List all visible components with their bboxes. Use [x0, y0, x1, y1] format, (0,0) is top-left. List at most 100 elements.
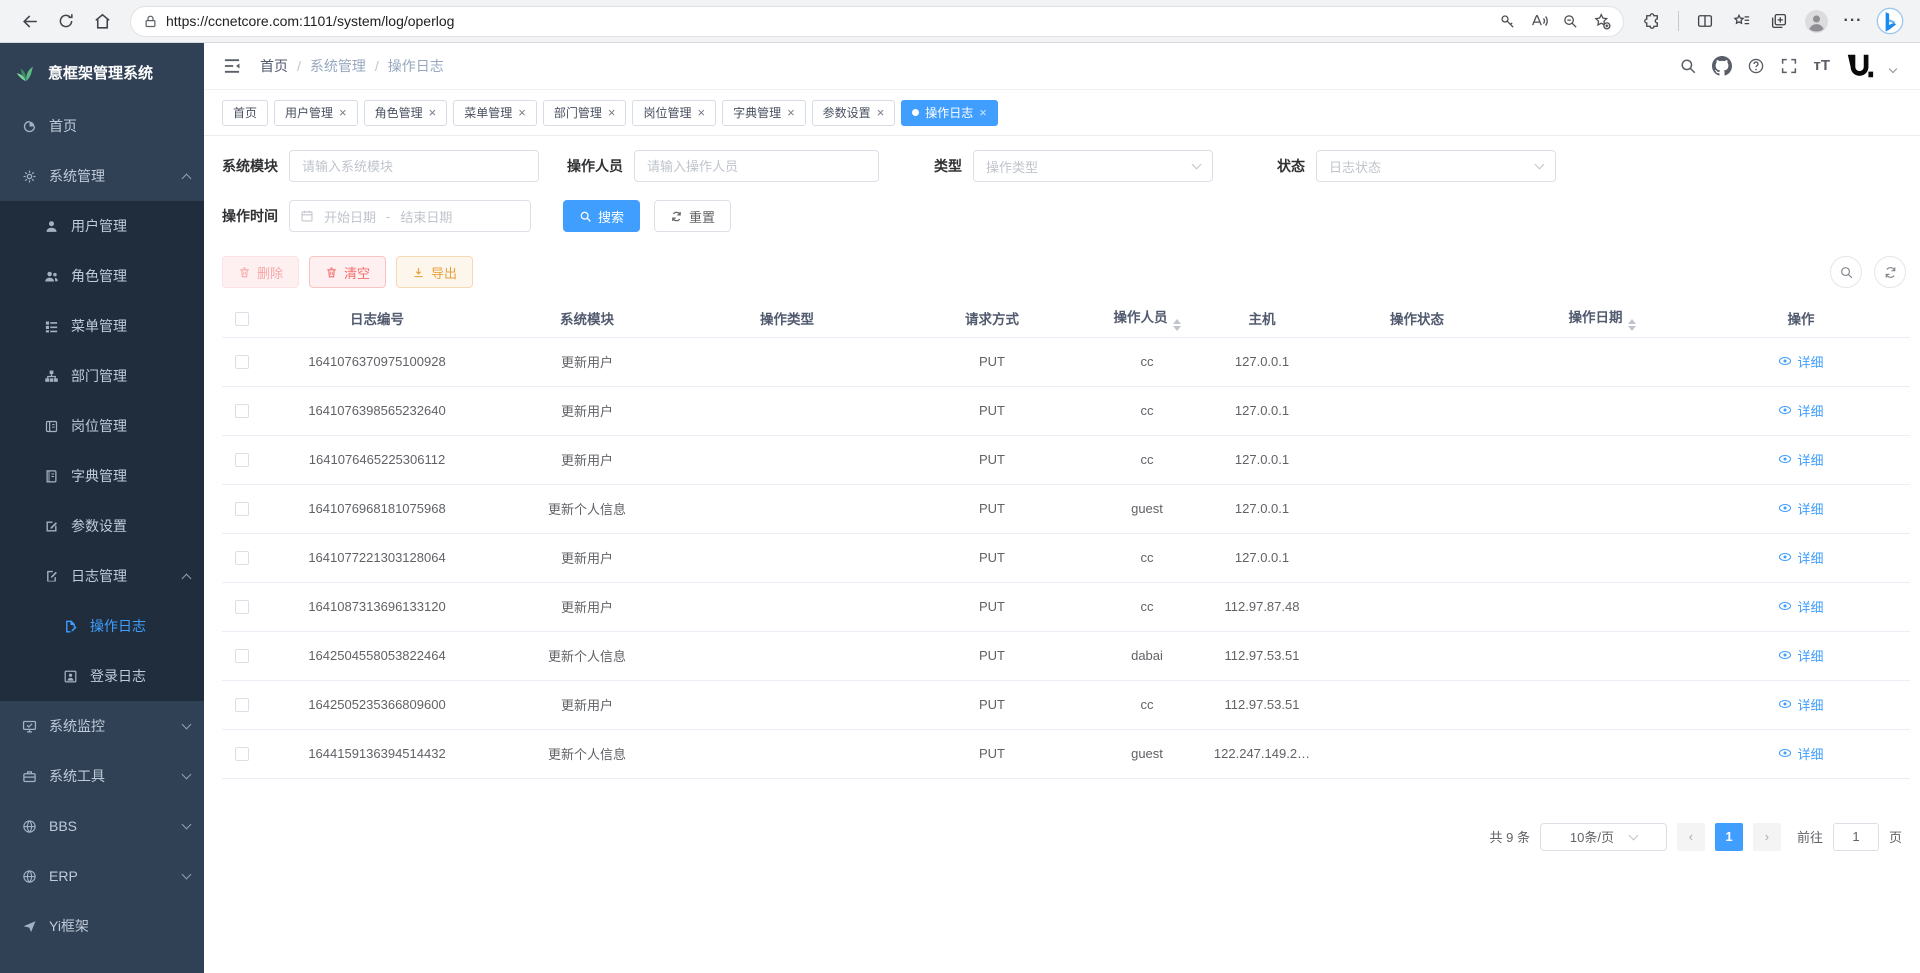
close-icon[interactable]: ×	[979, 106, 987, 119]
row-checkbox[interactable]	[235, 551, 249, 565]
tab[interactable]: 操作日志×	[901, 100, 998, 126]
close-icon[interactable]: ×	[339, 106, 347, 119]
close-icon[interactable]: ×	[518, 106, 526, 119]
tab[interactable]: 字典管理×	[722, 100, 806, 126]
cell-op_date	[1512, 729, 1692, 778]
sidebar-collapse-icon[interactable]	[222, 56, 242, 76]
search-icon[interactable]	[1679, 57, 1697, 75]
prev-page-button[interactable]	[1677, 823, 1705, 851]
chevron-down-icon[interactable]	[1889, 65, 1897, 73]
row-checkbox[interactable]	[235, 698, 249, 712]
detail-link[interactable]: 详细	[1778, 450, 1823, 469]
sidebar-item[interactable]: Yi框架	[0, 901, 204, 951]
row-checkbox[interactable]	[235, 747, 249, 761]
status-select[interactable]: 日志状态	[1316, 150, 1556, 182]
sidebar-item[interactable]: 部门管理	[0, 351, 204, 401]
sidebar-item[interactable]: ERP	[0, 851, 204, 901]
read-aloud-icon[interactable]	[1530, 12, 1548, 30]
next-page-button[interactable]	[1753, 823, 1781, 851]
sidebar-item[interactable]: 菜单管理	[0, 301, 204, 351]
goto-page-input[interactable]	[1833, 823, 1879, 851]
tab[interactable]: 部门管理×	[543, 100, 627, 126]
user-logo[interactable]	[1845, 51, 1875, 81]
sidebar-item[interactable]: 系统工具	[0, 751, 204, 801]
page-size-select[interactable]: 10条/页	[1540, 823, 1667, 851]
sidebar-item[interactable]: 参数设置	[0, 501, 204, 551]
sidebar-item[interactable]: BBS	[0, 801, 204, 851]
detail-link[interactable]: 详细	[1778, 646, 1823, 665]
type-select[interactable]: 操作类型	[973, 150, 1213, 182]
sidebar-item[interactable]: 系统管理	[0, 151, 204, 201]
sidebar-item[interactable]: 系统监控	[0, 701, 204, 751]
favorite-add-icon[interactable]	[1593, 12, 1611, 30]
help-icon[interactable]	[1747, 57, 1765, 75]
sidebar-item[interactable]: 首页	[0, 101, 204, 151]
password-key-icon[interactable]	[1499, 13, 1516, 30]
tab[interactable]: 菜单管理×	[453, 100, 537, 126]
sidebar-item[interactable]: 角色管理	[0, 251, 204, 301]
url-text[interactable]: https://ccnetcore.com:1101/system/log/op…	[166, 13, 1499, 29]
row-checkbox[interactable]	[235, 355, 249, 369]
tab[interactable]: 角色管理×	[364, 100, 448, 126]
tab[interactable]: 用户管理×	[274, 100, 358, 126]
row-checkbox[interactable]	[235, 649, 249, 663]
row-checkbox[interactable]	[235, 404, 249, 418]
detail-link[interactable]: 详细	[1778, 352, 1823, 371]
sidebar-item[interactable]: 操作日志	[0, 601, 204, 651]
sidebar-item[interactable]: 用户管理	[0, 201, 204, 251]
bing-chat-icon[interactable]	[1874, 5, 1906, 37]
operator-input[interactable]	[634, 150, 879, 182]
github-icon[interactable]	[1712, 56, 1732, 76]
sidebar-item[interactable]: 岗位管理	[0, 401, 204, 451]
row-checkbox[interactable]	[235, 453, 249, 467]
breadcrumb-section[interactable]: 系统管理	[310, 56, 366, 76]
table-refresh-button[interactable]	[1874, 256, 1906, 288]
home-icon[interactable]	[86, 5, 118, 37]
sidebar-item[interactable]: 日志管理	[0, 551, 204, 601]
tab[interactable]: 岗位管理×	[632, 100, 716, 126]
sidebar-item[interactable]: 登录日志	[0, 651, 204, 701]
current-page-button[interactable]: 1	[1715, 823, 1743, 851]
back-icon[interactable]	[14, 5, 46, 37]
collections-icon[interactable]	[1763, 5, 1795, 37]
sidebar-item[interactable]: 字典管理	[0, 451, 204, 501]
date-range-picker[interactable]: 开始日期 - 结束日期	[289, 200, 531, 232]
refresh-icon[interactable]	[50, 5, 82, 37]
address-bar[interactable]: https://ccnetcore.com:1101/system/log/op…	[130, 6, 1624, 37]
table-search-button[interactable]	[1830, 256, 1862, 288]
export-button[interactable]: 导出	[396, 256, 473, 288]
reset-button[interactable]: 重置	[654, 200, 731, 232]
sort-caret-icon[interactable]	[1628, 319, 1636, 331]
detail-link[interactable]: 详细	[1778, 548, 1823, 567]
profile-avatar[interactable]	[1800, 5, 1832, 37]
detail-link[interactable]: 详细	[1778, 695, 1823, 714]
module-input[interactable]	[289, 150, 539, 182]
sort-caret-icon[interactable]	[1173, 319, 1181, 331]
fullscreen-icon[interactable]	[1780, 57, 1798, 75]
favorites-icon[interactable]	[1726, 5, 1758, 37]
detail-link[interactable]: 详细	[1778, 597, 1823, 616]
detail-link[interactable]: 详细	[1778, 744, 1823, 763]
row-checkbox[interactable]	[235, 600, 249, 614]
detail-link[interactable]: 详细	[1778, 401, 1823, 420]
search-button[interactable]: 搜索	[563, 200, 640, 232]
close-icon[interactable]: ×	[697, 106, 705, 119]
more-options-icon[interactable]	[1837, 5, 1869, 37]
zoom-out-icon[interactable]	[1562, 13, 1579, 30]
close-icon[interactable]: ×	[787, 106, 795, 119]
extensions-icon[interactable]	[1636, 5, 1668, 37]
close-icon[interactable]: ×	[877, 106, 885, 119]
detail-link[interactable]: 详细	[1778, 499, 1823, 518]
tab[interactable]: 首页	[222, 100, 268, 126]
breadcrumb-home[interactable]: 首页	[260, 56, 288, 76]
app-logo[interactable]: 意框架管理系统	[0, 43, 204, 101]
split-screen-icon[interactable]	[1689, 5, 1721, 37]
tab[interactable]: 参数设置×	[812, 100, 896, 126]
row-checkbox[interactable]	[235, 502, 249, 516]
delete-button[interactable]: 删除	[222, 256, 299, 288]
close-icon[interactable]: ×	[608, 106, 616, 119]
font-size-icon[interactable]	[1813, 57, 1830, 75]
clear-button[interactable]: 清空	[309, 256, 386, 288]
close-icon[interactable]: ×	[429, 106, 437, 119]
select-all-checkbox[interactable]	[235, 312, 249, 326]
